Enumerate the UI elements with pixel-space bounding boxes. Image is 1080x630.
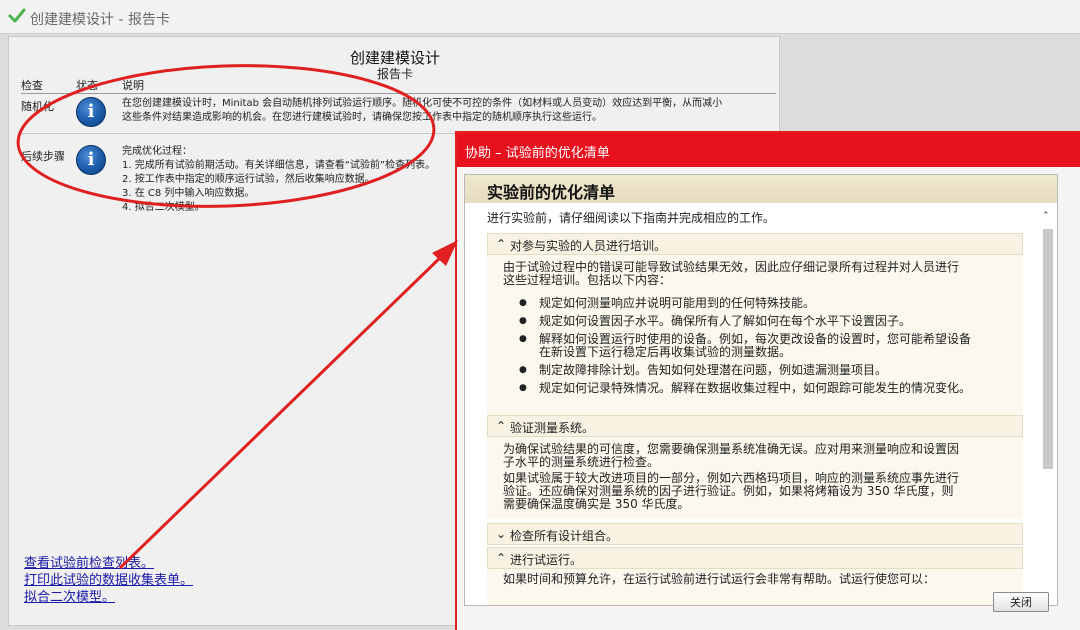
help-dialog-title: 协助 – 试验前的优化清单: [465, 146, 610, 161]
help-dialog: 协助 – 试验前的优化清单 实验前的优化清单 进行实验前，请仔细阅读以下指南并完…: [455, 131, 1080, 630]
help-scrollbar[interactable]: ⌃ ⌄: [1041, 209, 1055, 605]
help-heading: 实验前的优化清单: [487, 183, 616, 202]
bullet-item: 规定如何记录特殊情况。解释在数据收集过程中，如何跟踪可能发生的情况变化。: [519, 382, 1009, 396]
bullet-item: 规定如何设置因子水平。确保所有人了解如何在每个水平下设置因子。: [519, 315, 1009, 329]
scroll-up-icon[interactable]: ⌃: [1042, 211, 1050, 221]
section-paragraph: 如果试验属于较大改进项目的一部分，例如六西格玛项目，响应的测量系统应事先进行 验…: [503, 471, 960, 511]
bullet-item: 规定如何测量响应并说明可能用到的任何特殊技能。: [519, 297, 1009, 311]
link-view-pre-checklist[interactable]: 查看试验前检查列表。: [24, 555, 193, 572]
link-fit-quadratic-model[interactable]: 拟合二次模型。: [24, 589, 193, 606]
section-title: 验证测量系统。: [510, 421, 595, 435]
section-header-trial-run[interactable]: ⌃ 进行试运行。: [487, 547, 1023, 569]
section-body-measurement: 为确保试验结果的可信度，您需要确保测量系统准确无误。应对用来测量响应和设置因 子…: [487, 437, 1023, 519]
section-title: 检查所有设计组合。: [510, 529, 619, 543]
section-expand-icon: ⌃: [496, 419, 507, 433]
column-header-status: 状态: [76, 79, 98, 92]
section-paragraph: 如果时间和预算允许，在运行试验前进行试运行会非常有帮助。试运行使您可以：: [503, 572, 936, 586]
row-label-randomization: 随机化: [21, 100, 54, 113]
section-header-training[interactable]: ⌃ 对参与实验的人员进行培训。: [487, 233, 1023, 255]
bullet-item: 解释如何设置运行时使用的设备。例如，每次更改设备的设置时，您可能希望设备 在新设…: [519, 333, 1009, 359]
section-collapse-icon: ⌄: [496, 527, 507, 541]
section-title: 进行试运行。: [510, 553, 583, 567]
header-divider: [21, 93, 776, 94]
help-content-panel: 实验前的优化清单 进行实验前，请仔细阅读以下指南并完成相应的工作。 ⌃ 对参与实…: [464, 174, 1058, 606]
section-header-measurement[interactable]: ⌃ 验证测量系统。: [487, 415, 1023, 437]
section-body-trial-run: 如果时间和预算允许，在运行试验前进行试运行会非常有帮助。试运行使您可以：: [487, 569, 1023, 605]
help-heading-bar: 实验前的优化清单: [465, 175, 1057, 203]
section-expand-icon: ⌃: [496, 551, 507, 565]
section-expand-icon: ⌃: [496, 237, 507, 251]
section-paragraph: 为确保试验结果的可信度，您需要确保测量系统准确无误。应对用来测量响应和设置因 子…: [503, 442, 960, 469]
close-button[interactable]: 关闭: [993, 592, 1049, 612]
column-header-check: 检查: [21, 79, 43, 92]
info-icon: i: [76, 145, 106, 175]
help-title-bar: 协助 – 试验前的优化清单: [457, 133, 1080, 167]
info-icon: i: [76, 97, 106, 127]
section-title: 对参与实验的人员进行培训。: [510, 239, 667, 253]
checkmark-icon: [8, 8, 26, 23]
scrollbar-thumb[interactable]: [1043, 229, 1053, 469]
section-header-design-combinations[interactable]: ⌄ 检查所有设计组合。: [487, 523, 1023, 545]
row-label-next-steps: 后续步骤: [21, 150, 65, 163]
column-header-description: 说明: [122, 79, 144, 92]
section-body-training: 由于试验过程中的错误可能导致试验结果无效，因此应仔细记录所有过程并对人员进行 这…: [487, 255, 1023, 415]
help-intro-text: 进行实验前，请仔细阅读以下指南并完成相应的工作。: [487, 211, 776, 225]
row-description-randomization: 在您创建建模设计时，Minitab 会自动随机排列试验运行顺序。随机化可使不可控…: [122, 98, 723, 123]
section-paragraph: 由于试验过程中的错误可能导致试验结果无效，因此应仔细记录所有过程并对人员进行 这…: [503, 260, 960, 287]
window-title: 创建建模设计 - 报告卡: [30, 12, 170, 28]
report-links: 查看试验前检查列表。 打印此试验的数据收集表单。 拟合二次模型。: [24, 555, 193, 606]
row-description-next-steps: 完成优化过程： 1. 完成所有试验前期活动。有关详细信息，请查看“试验前”检查列…: [122, 146, 436, 213]
link-print-data-collection-form[interactable]: 打印此试验的数据收集表单。: [24, 572, 193, 589]
window-title-bar: 创建建模设计 - 报告卡: [0, 0, 1080, 34]
bullet-item: 制定故障排除计划。告知如何处理潜在问题，例如遗漏测量项目。: [519, 364, 1009, 378]
